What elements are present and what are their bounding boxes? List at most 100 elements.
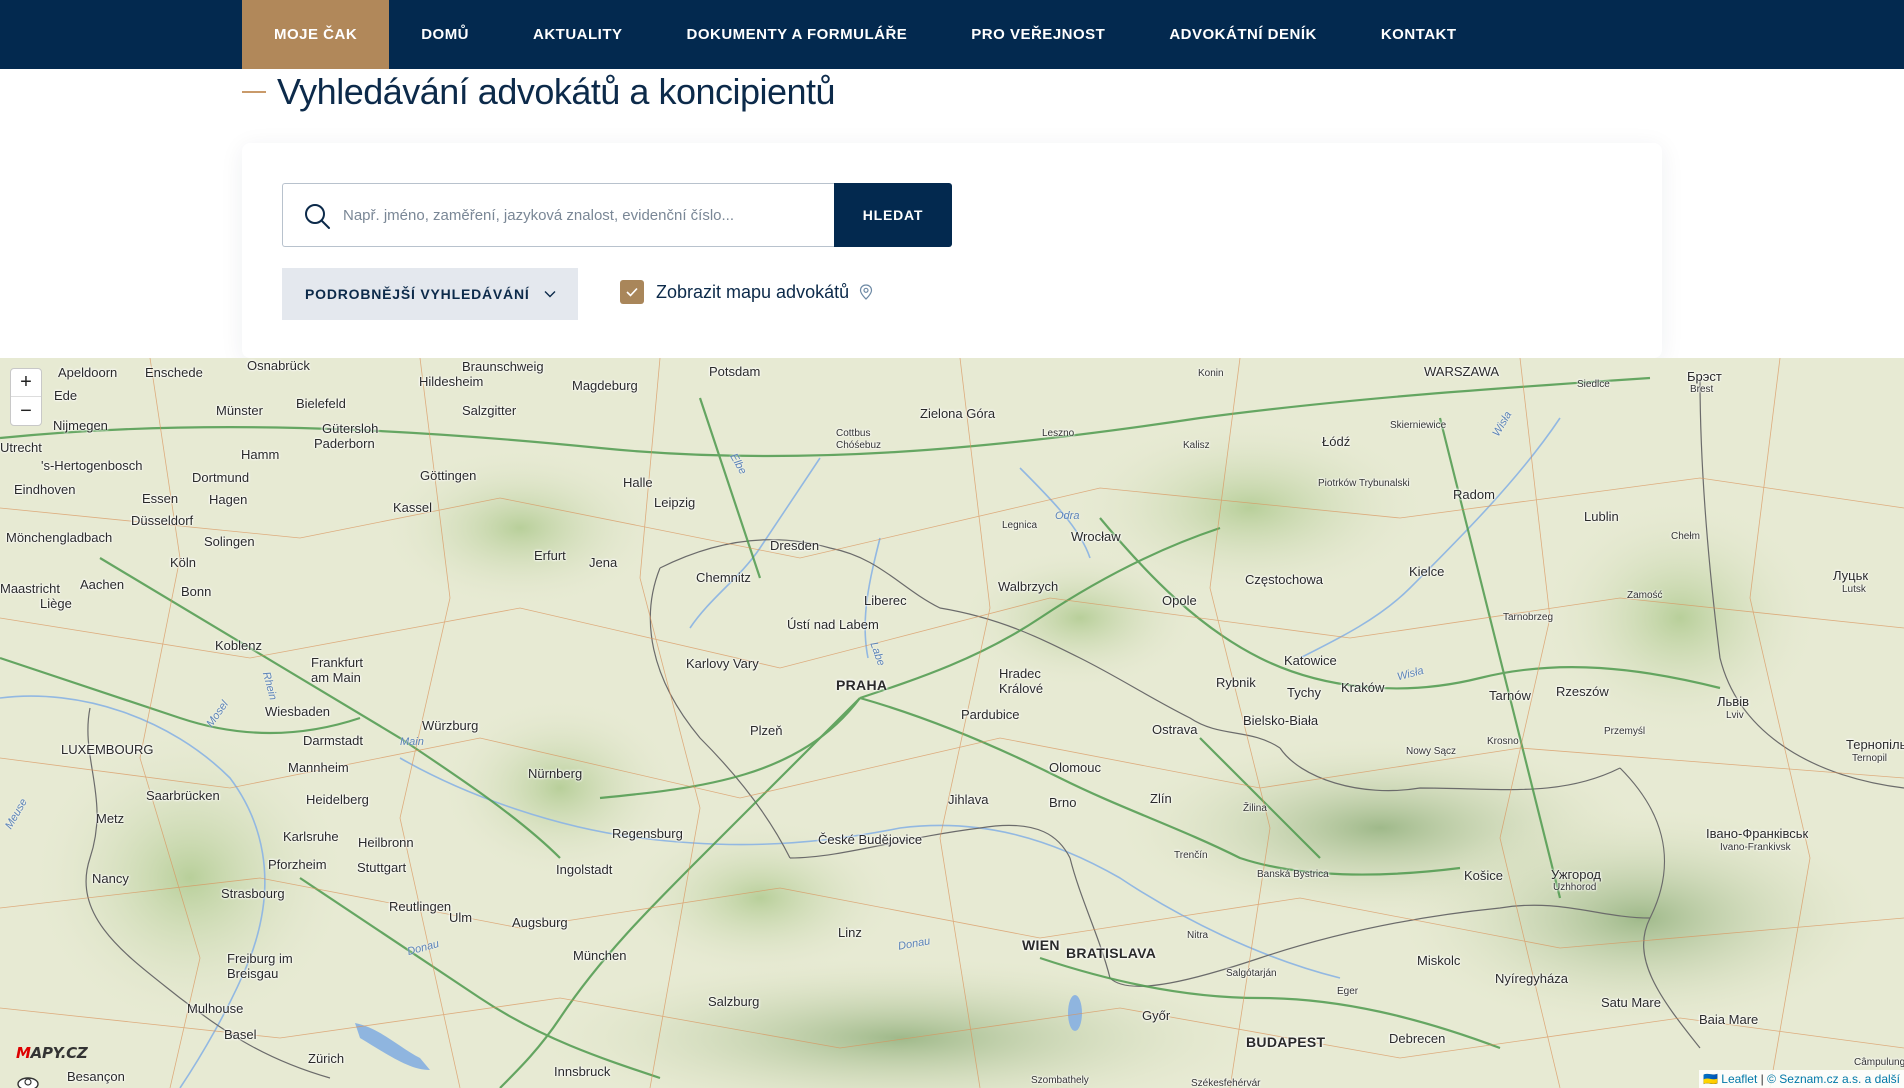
map-city-label: Apeldoorn	[58, 365, 118, 380]
map-city-label: Nürnberg	[528, 766, 583, 781]
map-city-label: Hagen	[209, 492, 248, 507]
map-city-label: Ústí nad Labem	[787, 617, 879, 632]
map-city-label: BUDAPEST	[1246, 1034, 1326, 1050]
zoom-out-button[interactable]: −	[11, 397, 41, 425]
map-city-label: Legnica	[1002, 520, 1038, 531]
map-city-label: Jihlava	[948, 792, 989, 807]
map-city-label: München	[573, 948, 627, 963]
map-city-label: Łódź	[1322, 434, 1351, 449]
map-city-label: Bielsko-Biała	[1243, 713, 1319, 728]
map-city-label: Halle	[623, 475, 653, 490]
map-city-label: Zamość	[1627, 590, 1663, 601]
map-city-label: Leipzig	[654, 495, 696, 510]
map-city-label: Köln	[170, 555, 197, 570]
map-city-label: Jena	[589, 555, 618, 570]
map-city-label: Metz	[96, 811, 125, 826]
map-city-label: Linz	[838, 925, 862, 940]
map-city-label: Saarbrücken	[146, 788, 220, 803]
map-city-label: Olomouc	[1049, 760, 1102, 775]
map-pin-icon	[860, 284, 873, 300]
map-city-label: Zielona Góra	[920, 406, 996, 421]
lawyers-map[interactable]: Osnabrück Apeldoorn Enschede Ede Braunsc…	[0, 358, 1904, 1088]
map-city-label: Івано-Франківськ	[1706, 826, 1809, 841]
checkmark-icon	[626, 287, 638, 297]
map-attribution: 🇺🇦 Leaflet | © Seznam.cz a.s. a další	[1698, 1070, 1904, 1088]
map-city-label: Heidelberg	[306, 792, 369, 807]
map-city-label: Gütersloh	[322, 421, 379, 436]
map-city-label: Lublin	[1584, 509, 1619, 524]
map-city-label: Ede	[54, 388, 78, 403]
show-map-toggle[interactable]: Zobrazit mapu advokátů	[620, 280, 873, 304]
map-city-label: Miskolc	[1417, 953, 1461, 968]
nav-item-domu[interactable]: DOMŮ	[389, 0, 501, 69]
map-city-label: Hamm	[241, 447, 280, 462]
map-city-label: Chóśebuz	[836, 440, 882, 451]
map-city-label: Bonn	[181, 584, 212, 599]
nav-item-advokatni-denik[interactable]: ADVOKÁTNÍ DENÍK	[1137, 0, 1349, 69]
map-city-label: Krosno	[1487, 736, 1519, 747]
map-city-label: Žilina	[1243, 803, 1267, 814]
map-city-label: Koblenz	[215, 638, 262, 653]
map-city-label: Liège	[40, 596, 72, 611]
zoom-in-button[interactable]: +	[11, 369, 41, 397]
map-city-label: Frankfurt am Main	[311, 655, 364, 685]
map-layers-icon[interactable]	[14, 1070, 42, 1088]
map-city-label: Kassel	[393, 500, 433, 515]
map-city-label: 's-Hertogenbosch	[41, 458, 143, 473]
map-city-label: Тернопіль	[1846, 737, 1904, 752]
advanced-search-label: PODROBNĚJŠÍ VYHLEDÁVÁNÍ	[305, 286, 530, 302]
nav-item-kontakt[interactable]: KONTAKT	[1349, 0, 1489, 69]
map-city-label: Луцьк	[1833, 568, 1869, 583]
advanced-search-button[interactable]: PODROBNĚJŠÍ VYHLEDÁVÁNÍ	[282, 268, 578, 320]
map-city-label: Pforzheim	[268, 857, 327, 872]
map-city-label: PRAHA	[836, 677, 888, 693]
seznam-link[interactable]: © Seznam.cz a.s. a další	[1767, 1072, 1900, 1086]
map-city-label: Dresden	[770, 538, 820, 553]
map-city-label: Osnabrück	[247, 358, 310, 373]
map-city-label: Liberec	[864, 593, 907, 608]
map-city-label: Braunschweig	[462, 359, 544, 374]
map-city-label: Innsbruck	[554, 1064, 611, 1079]
map-city-label: Eger	[1337, 986, 1359, 997]
heading-accent-dash	[242, 91, 266, 93]
map-city-label: Hildesheim	[419, 374, 484, 389]
map-city-label: Брэст	[1687, 369, 1722, 384]
map-city-label: Katowice	[1284, 653, 1337, 668]
nav-item-moje-cak[interactable]: MOJE ČAK	[242, 0, 390, 69]
map-city-label: Rybnik	[1216, 675, 1256, 690]
map-city-label: Potsdam	[709, 364, 761, 379]
map-city-label: Tarnobrzeg	[1503, 612, 1554, 623]
nav-item-aktuality[interactable]: AKTUALITY	[501, 0, 655, 69]
map-city-label: Magdeburg	[572, 378, 638, 393]
map-city-label: Plzeň	[750, 723, 783, 738]
map-city-label: Aachen	[80, 577, 125, 592]
map-city-label: Düsseldorf	[131, 513, 194, 528]
map-city-label: Ужгород	[1551, 867, 1601, 882]
map-city-label: Baia Mare	[1699, 1012, 1759, 1027]
map-city-label: WIEN	[1022, 937, 1060, 953]
map-city-label: Cottbus	[836, 428, 871, 439]
leaflet-link[interactable]: 🇺🇦 Leaflet	[1703, 1072, 1757, 1086]
nav-item-pro-verejnost[interactable]: PRO VEŘEJNOST	[939, 0, 1137, 69]
map-city-label: Salzburg	[708, 994, 760, 1009]
map-city-label: Radom	[1453, 487, 1495, 502]
map-city-label: Maastricht	[0, 581, 60, 596]
map-city-label: Nowy Sącz	[1406, 746, 1457, 757]
search-button[interactable]: HLEDAT	[834, 183, 952, 247]
map-zoom-control: + −	[10, 368, 42, 426]
map-city-label: Salgótarján	[1226, 968, 1277, 979]
search-input[interactable]	[343, 184, 823, 246]
nav-item-dokumenty[interactable]: DOKUMENTY A FORMULÁŘE	[655, 0, 940, 69]
search-card: HLEDAT PODROBNĚJŠÍ VYHLEDÁVÁNÍ Zobrazit …	[242, 143, 1662, 358]
main-navigation: MOJE ČAK DOMŮ AKTUALITY DOKUMENTY A FORM…	[0, 0, 1904, 69]
map-city-label: Rzeszów	[1556, 684, 1609, 699]
map-city-label: Câmpulung	[1854, 1057, 1904, 1068]
map-city-label: Ingolstadt	[556, 862, 613, 877]
mapy-cz-logo[interactable]: MAPY.CZ	[16, 1044, 88, 1062]
map-city-label: Göttingen	[420, 468, 477, 483]
show-map-checkbox[interactable]	[620, 280, 644, 304]
map-city-label: Mulhouse	[187, 1001, 244, 1016]
map-city-label: Kraków	[1341, 680, 1385, 695]
map-city-label: Trenčín	[1174, 850, 1208, 861]
map-city-label: Győr	[1142, 1008, 1171, 1023]
